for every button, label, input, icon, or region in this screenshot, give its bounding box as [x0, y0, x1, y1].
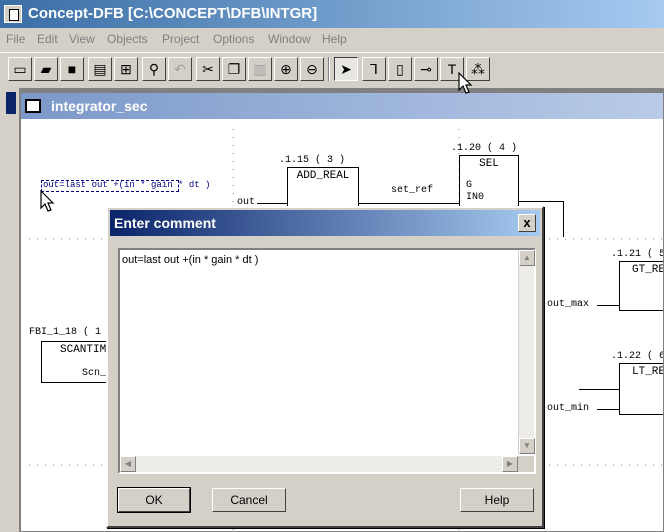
app-icon[interactable] [4, 5, 22, 23]
open-icon[interactable]: ▰ [34, 57, 58, 81]
scantim-pin-out: Scn_ [82, 368, 107, 379]
block-id-scantim: FBI_1_18 ( 1 ) [29, 327, 114, 338]
left-strip [0, 88, 20, 532]
zoom-out-icon[interactable]: ⊖ [300, 57, 324, 81]
wire [257, 203, 287, 204]
dialog-title: Enter comment [114, 215, 216, 231]
out-min-label: out_min [547, 403, 590, 414]
block-id-lt-real: .1.22 ( 6 ) [611, 351, 663, 362]
wire [579, 389, 619, 390]
ffb-icon[interactable]: ▯ [388, 57, 412, 81]
scroll-right-icon[interactable]: ▶ [502, 456, 518, 472]
comment-textarea-value: out=last out +(in * gain * dt ) [122, 254, 259, 266]
menu-options[interactable]: Options [213, 32, 254, 46]
comment-box[interactable]: out=last out +(in * gain * dt ) [41, 180, 210, 192]
app-title: Concept-DFB [C:\CONCEPT\DFB\INTGR] [28, 5, 318, 22]
scroll-left-icon[interactable]: ◀ [120, 456, 136, 472]
sel-pin-g: G [466, 180, 473, 191]
tree-icon[interactable]: ⊞ [114, 57, 138, 81]
negate-icon[interactable]: ⊸ [414, 57, 438, 81]
menu-view[interactable]: View [69, 32, 95, 46]
select-icon[interactable]: ➤ [334, 57, 358, 81]
dfb-window-icon [25, 99, 41, 113]
block-id-sel: .1.20 ( 4 ) [451, 143, 518, 154]
lt-real-name: LT_RE [632, 366, 663, 378]
menu-help[interactable]: Help [322, 32, 347, 46]
strip-marker [6, 92, 16, 114]
menu-project[interactable]: Project [162, 32, 199, 46]
find-icon[interactable]: ⚲ [142, 57, 166, 81]
undo-icon[interactable]: ↶ [168, 57, 192, 81]
scroll-down-icon[interactable]: ▼ [519, 438, 535, 454]
gt-real-block[interactable]: GT_RE [619, 261, 663, 311]
menu-edit[interactable]: Edit [37, 32, 58, 46]
scrollbar-corner [518, 456, 534, 472]
ok-button[interactable]: OK [117, 487, 191, 513]
wire [597, 409, 619, 410]
wire [359, 203, 459, 204]
menu-bar: File Edit View Objects Project Options W… [0, 28, 664, 50]
wire [563, 201, 564, 237]
dialog-title-bar: Enter comment x [110, 210, 540, 236]
zoom-in-icon[interactable]: ⊕ [274, 57, 298, 81]
app-title-bar: Concept-DFB [C:\CONCEPT\DFB\INTGR] [0, 0, 664, 28]
new-icon[interactable]: ▭ [8, 57, 32, 81]
set-ref-label: set_ref [391, 185, 434, 196]
enter-comment-dialog: Enter comment x out=last out +(in * gain… [106, 206, 544, 528]
diagram-window-title-bar: integrator_sec [21, 93, 663, 119]
block-id-gt-real: .1.21 ( 5 ) [611, 249, 663, 260]
properties-icon[interactable]: ▤ [88, 57, 112, 81]
cut-icon[interactable]: ✂ [196, 57, 220, 81]
paste-icon[interactable]: ▥ [248, 57, 272, 81]
add-real-name: ADD_REAL [296, 170, 350, 182]
toolbar-separator [328, 57, 330, 81]
lt-real-block[interactable]: LT_RE [619, 363, 663, 415]
vertical-scrollbar[interactable]: ▲ ▼ [518, 250, 535, 454]
scroll-up-icon[interactable]: ▲ [519, 250, 535, 266]
block-id-add-real: .1.15 ( 3 ) [279, 155, 346, 166]
menu-objects[interactable]: Objects [107, 32, 148, 46]
wire [597, 305, 619, 306]
out-max-label: out_max [547, 299, 590, 310]
gt-real-name: GT_RE [632, 264, 663, 276]
menu-window[interactable]: Window [268, 32, 311, 46]
copy-icon[interactable]: ❐ [222, 57, 246, 81]
add-real-block[interactable]: ADD_REAL [287, 167, 359, 211]
mouse-cursor-toolbar-icon [458, 72, 473, 94]
sel-name: SEL [479, 158, 499, 170]
wire [519, 201, 563, 202]
comment-text: out=last out +(in * gain * dt ) [43, 180, 211, 190]
save-icon[interactable]: ■ [60, 57, 84, 81]
mouse-cursor-icon [40, 190, 55, 212]
link-icon[interactable]: ⅂ [362, 57, 386, 81]
comment-textarea[interactable]: out=last out +(in * gain * dt ) ▲ ▼ ◀ ▶ [118, 248, 536, 474]
sel-pin-in0: IN0 [466, 192, 485, 203]
help-button[interactable]: Help [460, 488, 534, 512]
menu-file[interactable]: File [6, 32, 25, 46]
horizontal-scrollbar[interactable]: ◀ ▶ [120, 456, 518, 472]
diagram-window-title: integrator_sec [51, 98, 148, 114]
toolbar: ▭ ▰ ■ ▤ ⊞ ⚲ ↶ ✂ ❐ ▥ ⊕ ⊖ ➤ ⅂ ▯ ⊸ T ⁂ [0, 52, 664, 84]
close-icon[interactable]: x [518, 214, 536, 232]
cancel-button[interactable]: Cancel [212, 488, 286, 512]
